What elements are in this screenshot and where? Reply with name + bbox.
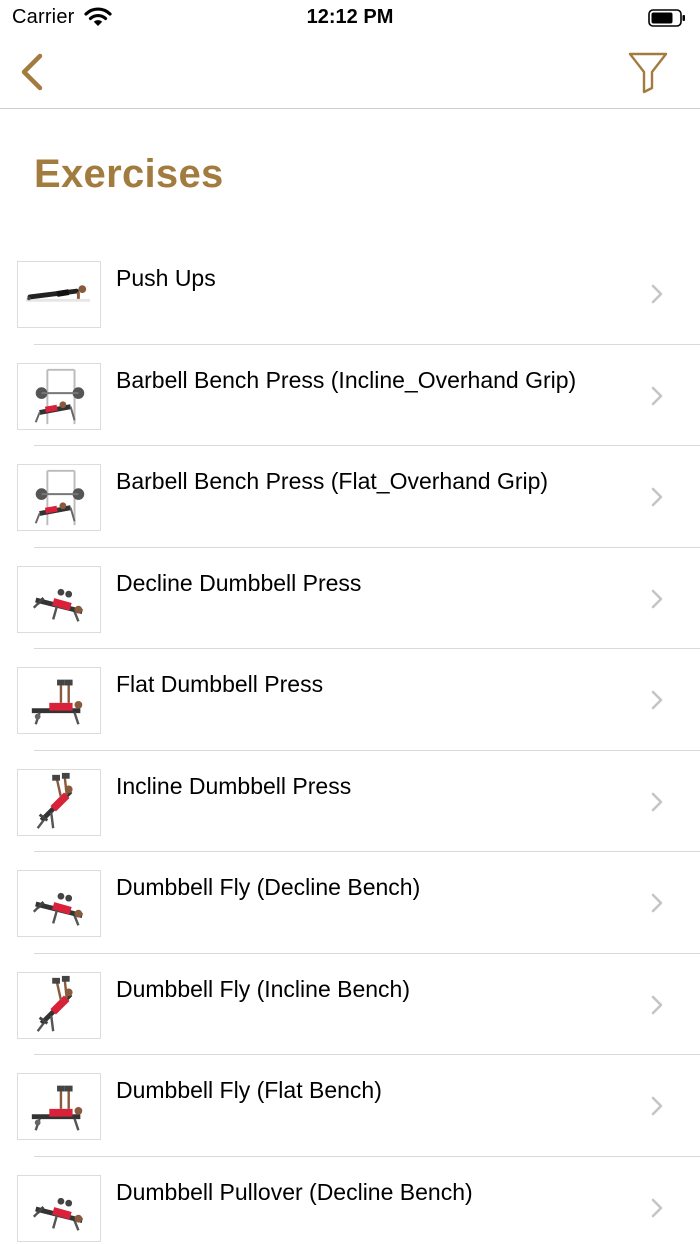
- back-button[interactable]: [14, 50, 54, 94]
- filter-icon: [628, 52, 668, 94]
- list-item[interactable]: Dumbbell Fly (Incline Bench): [0, 954, 700, 1056]
- exercise-label: Push Ups: [116, 265, 216, 291]
- exercise-thumbnail: [17, 1073, 101, 1140]
- exercise-list: Push Ups Barbell Bench Press (Incline_Ov…: [0, 243, 700, 1244]
- list-item[interactable]: Barbell Bench Press (Incline_Overhand Gr…: [0, 345, 700, 447]
- list-item[interactable]: Dumbbell Fly (Flat Bench): [0, 1055, 700, 1157]
- list-item[interactable]: Flat Dumbbell Press: [0, 649, 700, 751]
- exercise-thumbnail: [17, 464, 101, 531]
- filter-button[interactable]: [626, 48, 670, 96]
- chevron-right-icon: [651, 690, 663, 710]
- chevron-right-icon: [651, 487, 663, 507]
- exercise-label: Dumbbell Pullover (Decline Bench): [116, 1178, 473, 1205]
- exercise-label: Decline Dumbbell Press: [116, 569, 362, 596]
- chevron-right-icon: [651, 995, 663, 1014]
- exercise-label: Dumbbell Fly (Incline Bench): [116, 975, 411, 1002]
- chevron-right-icon: [651, 1096, 663, 1116]
- status-time: 12:12 PM: [306, 6, 394, 28]
- navigation-bar: [0, 36, 700, 109]
- chevron-right-icon: [651, 284, 663, 304]
- exercise-thumbnail: [17, 768, 101, 836]
- list-item[interactable]: Dumbbell Fly (Decline Bench): [0, 852, 700, 954]
- list-item[interactable]: Push Ups: [0, 243, 700, 345]
- list-item[interactable]: Barbell Bench Press (Flat_Overhand Grip): [0, 446, 700, 548]
- battery-icon: [648, 9, 685, 27]
- exercise-label: Dumbbell Fly (Flat Bench): [116, 1077, 382, 1103]
- exercise-label: Dumbbell Fly (Decline Bench): [116, 874, 421, 900]
- exercise-thumbnail: [17, 971, 101, 1039]
- chevron-right-icon: [651, 1198, 663, 1217]
- list-item[interactable]: Incline Dumbbell Press: [0, 751, 700, 853]
- exercise-thumbnail: [17, 667, 101, 734]
- list-item[interactable]: Dumbbell Pullover (Decline Bench): [0, 1157, 700, 1244]
- exercise-thumbnail: [17, 870, 101, 937]
- page-title: Exercises: [34, 152, 224, 196]
- status-bar: Carrier 12:12 PM: [0, 0, 700, 36]
- exercise-label: Barbell Bench Press (Flat_Overhand Grip): [116, 468, 549, 494]
- chevron-right-icon: [651, 386, 663, 405]
- exercise-thumbnail: [17, 362, 101, 430]
- exercise-thumbnail: [17, 1174, 101, 1242]
- chevron-right-icon: [651, 792, 663, 811]
- exercise-thumbnail: [17, 565, 101, 633]
- exercise-label: Incline Dumbbell Press: [116, 772, 352, 799]
- exercise-label: Barbell Bench Press (Incline_Overhand Gr…: [116, 366, 577, 393]
- exercise-thumbnail: [17, 261, 101, 328]
- list-item[interactable]: Decline Dumbbell Press: [0, 548, 700, 650]
- chevron-right-icon: [651, 589, 663, 608]
- exercise-label: Flat Dumbbell Press: [116, 671, 324, 697]
- chevron-right-icon: [651, 893, 663, 913]
- chevron-left-icon: [21, 53, 43, 91]
